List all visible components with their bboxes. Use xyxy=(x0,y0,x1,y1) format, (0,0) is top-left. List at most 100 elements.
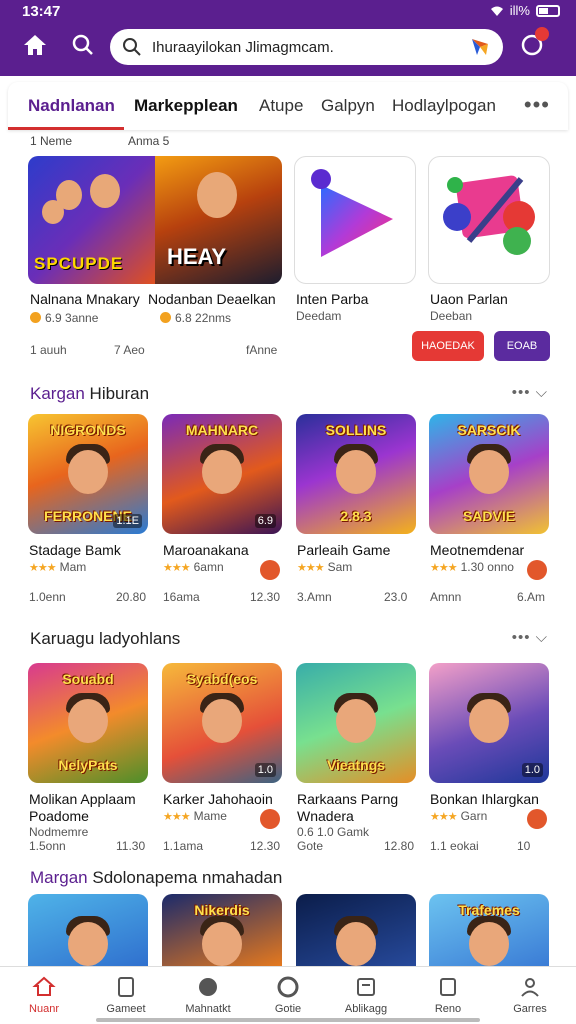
character-face xyxy=(68,450,108,494)
game-foot-right: 12.80 xyxy=(384,839,415,853)
game-foot-left: 3.Amn xyxy=(297,590,332,604)
tab-atupe[interactable]: Atupe xyxy=(259,96,303,116)
game-card[interactable]: SARSCIK SADVIE xyxy=(429,414,549,534)
game-rating: ★★★ Sam xyxy=(297,560,353,574)
game-size-badge: 1.0 xyxy=(254,763,276,777)
game-foot-right: 12.30 xyxy=(250,590,281,604)
featured-art-a: SPCUPDE xyxy=(28,156,155,284)
app-title-1: Inten Parba xyxy=(296,291,369,307)
game-foot-left: 1.1 eokai xyxy=(430,839,479,853)
nav-home[interactable]: Nuanr xyxy=(8,975,80,1015)
game-card[interactable]: Trafemes xyxy=(429,894,549,968)
app-tile-play[interactable] xyxy=(294,156,416,284)
game-title: Rarkaans Parng xyxy=(297,791,399,807)
notifications-button[interactable] xyxy=(517,27,549,60)
notification-badge xyxy=(535,27,549,41)
section-more-icon[interactable]: ••• ⌵ xyxy=(512,384,548,401)
tab-nadnlanan[interactable]: Nadnlanan xyxy=(28,96,115,116)
section-title-hiburan: Kargan Hiburan xyxy=(30,384,150,403)
coin-icon xyxy=(30,312,41,323)
game-art-subtitle: NelyPats xyxy=(58,757,118,773)
nav-games[interactable]: Gameet xyxy=(90,975,162,1015)
game-title: Parleaih Game xyxy=(297,542,391,558)
download-icon[interactable] xyxy=(260,809,280,829)
game-title-line2: Poadome xyxy=(29,808,89,824)
game-card[interactable]: Souabd NelyPats xyxy=(28,663,148,783)
game-foot-left: 1.0enn xyxy=(29,590,66,604)
game-art-subtitle: SADVIE xyxy=(462,508,516,524)
game-card[interactable] xyxy=(28,894,148,968)
tab-markepplean[interactable]: Markepplean xyxy=(134,96,238,116)
download-icon[interactable] xyxy=(527,809,547,829)
circle-icon xyxy=(277,976,299,998)
character-face xyxy=(90,174,120,208)
game-subtitle: Nodmemre xyxy=(29,825,89,839)
app-tile-draw[interactable] xyxy=(428,156,550,284)
game-size-badge: 6.9 xyxy=(254,514,276,528)
section-more-icon[interactable]: ••• ⌵ xyxy=(512,629,548,646)
search-button[interactable] xyxy=(68,30,98,60)
person-icon xyxy=(521,978,539,997)
nav-reno[interactable]: Reno xyxy=(412,975,484,1015)
character-face xyxy=(68,922,108,966)
star-icon: ★★★ xyxy=(163,811,191,823)
game-rating: ★★★ Mam xyxy=(29,560,87,574)
featured-label-right: Anma 5 xyxy=(128,134,170,148)
install-button-red[interactable]: HAOEDAK xyxy=(412,331,484,361)
character-face xyxy=(469,450,509,494)
featured-meta-a: 6.9 3anne xyxy=(30,311,98,325)
search-input[interactable]: Ihuraayilokan Jlimagmcam. xyxy=(110,29,503,65)
nav-garres[interactable]: Garres xyxy=(494,975,566,1015)
game-card[interactable]: 1.0 xyxy=(429,663,549,783)
game-card[interactable]: NIGRONDS FERRONENE 1.1E xyxy=(28,414,148,534)
game-foot-left: Amnn xyxy=(430,590,462,604)
home-icon xyxy=(24,35,46,55)
nav-market[interactable]: Mahnatkt xyxy=(172,975,244,1015)
game-title-line2: Wnadera xyxy=(297,808,354,824)
install-button-purple[interactable]: EOAB xyxy=(494,331,550,361)
game-card[interactable]: Syabd(eos 1.0 xyxy=(162,663,282,783)
app-sub-1: Deedam xyxy=(296,309,342,323)
featured-banner[interactable]: SPCUPDE HEAY xyxy=(28,156,282,284)
game-card[interactable]: Vieatngs xyxy=(296,663,416,783)
download-icon[interactable] xyxy=(260,560,280,580)
assistant-icon[interactable] xyxy=(469,36,491,58)
game-foot-right: 11.30 xyxy=(116,839,146,853)
more-tabs-icon[interactable]: ••• xyxy=(524,92,550,118)
nav-ablikagg[interactable]: Ablikagg xyxy=(330,975,402,1015)
game-art-subtitle: 2.8.3 xyxy=(340,508,372,524)
game-art-title: SOLLINS xyxy=(325,422,387,438)
page-icon xyxy=(118,977,134,997)
featured-foot-2: 7 Aeo xyxy=(114,343,145,357)
tab-galpyn[interactable]: Galpyn xyxy=(321,96,375,116)
game-art-title: SARSCIK xyxy=(457,422,521,438)
game-card[interactable]: Nikerdis xyxy=(162,894,282,968)
featured-foot-3: fAnne xyxy=(246,343,278,357)
game-art-subtitle: Vieatngs xyxy=(326,757,386,773)
download-icon[interactable] xyxy=(527,560,547,580)
active-tab-indicator xyxy=(8,127,124,130)
app-bar: 13:47 ill% Ihuraayilokan Jlimagmcam. xyxy=(0,0,576,76)
save-icon xyxy=(440,978,456,996)
home-button[interactable] xyxy=(20,30,50,60)
game-card[interactable] xyxy=(296,894,416,968)
draw-logo-icon xyxy=(443,175,535,255)
character-face xyxy=(202,922,242,966)
featured-art-b: HEAY xyxy=(155,156,282,284)
character-face xyxy=(336,699,376,743)
game-art-title: Syabd(eos xyxy=(186,671,258,687)
character-face xyxy=(202,699,242,743)
game-rating: ★★★ 1.30 onno xyxy=(430,560,514,574)
game-card[interactable]: SOLLINS 2.8.3 xyxy=(296,414,416,534)
tab-hodlaylpogan[interactable]: Hodlaylpogan xyxy=(392,96,496,116)
game-title: Meotnemdenar xyxy=(430,542,525,558)
game-card[interactable]: MAHNARC 6.9 xyxy=(162,414,282,534)
game-size-badge: 1.1E xyxy=(113,514,142,528)
game-foot-left: Gote xyxy=(297,839,324,853)
game-foot-right: 23.0 xyxy=(384,590,408,604)
nav-gotie[interactable]: Gotie xyxy=(252,975,324,1015)
star-icon: ★★★ xyxy=(297,562,325,574)
character-face xyxy=(68,699,108,743)
game-foot-right: 6.Am xyxy=(517,590,546,604)
game-foot-right: 20.80 xyxy=(116,590,147,604)
